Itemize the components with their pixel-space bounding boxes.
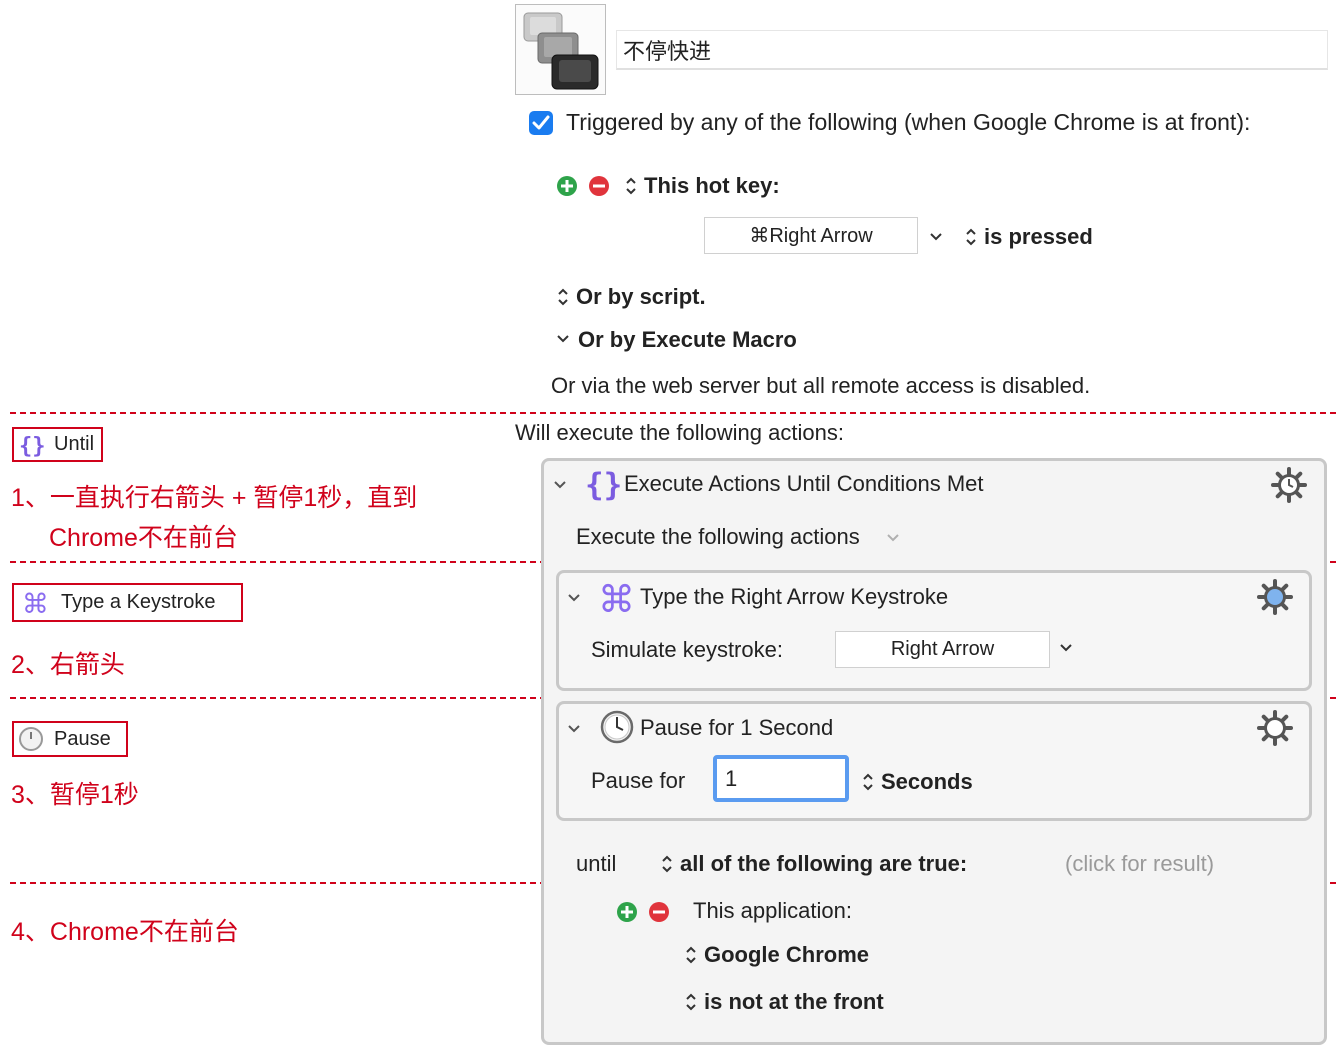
pause-chip: Pause: [12, 721, 128, 757]
stacked-keys-icon: [523, 12, 599, 90]
chevron-down-icon: [1060, 644, 1072, 652]
step2: 2、右箭头: [11, 651, 125, 679]
hotkey-label: This hot key:: [644, 173, 780, 198]
updown-chevron-icon: [662, 855, 672, 873]
checkbox-checked-icon: [529, 111, 553, 135]
keystroke-chip-label: Type a Keystroke: [61, 591, 216, 613]
svg-text:⌘: ⌘: [22, 589, 49, 617]
pause-duration-value: 1: [725, 765, 738, 791]
keystroke-dropdown[interactable]: [1059, 641, 1073, 660]
execute-macro-disclosure[interactable]: Or by Execute Macro: [556, 327, 797, 353]
remove-trigger-button[interactable]: [588, 175, 610, 198]
command-key-icon: ⌘: [598, 578, 635, 621]
step1-line2: Chrome不在前台: [49, 524, 238, 552]
hotkey-field[interactable]: ⌘Right Arrow: [704, 217, 918, 254]
updown-chevron-icon: [863, 773, 873, 791]
hotkey-dropdown[interactable]: [929, 230, 943, 249]
keystroke-field[interactable]: Right Arrow: [835, 631, 1050, 668]
hotkey-type-popup[interactable]: This hot key:: [624, 173, 780, 199]
pause-gear-button[interactable]: [1256, 709, 1294, 747]
svg-text:⌘: ⌘: [598, 579, 635, 617]
until-label: until: [576, 851, 617, 876]
until-chip-label: Until: [54, 433, 95, 455]
app-condition-label: This application:: [693, 898, 852, 923]
app-name: Google Chrome: [704, 942, 870, 967]
updown-chevron-icon: [966, 228, 976, 246]
clock-icon: [19, 727, 43, 751]
macro-icon[interactable]: [515, 4, 606, 95]
step4: 4、Chrome不在前台: [11, 918, 239, 946]
until-gear-button[interactable]: [1270, 466, 1308, 504]
triggered-checkbox[interactable]: [528, 110, 554, 141]
until-chip: {} Until: [12, 427, 103, 462]
braces-icon: {}: [585, 467, 622, 503]
keystroke-chip: ⌘ Type a Keystroke: [12, 583, 243, 622]
app-state: is not at the front: [704, 989, 884, 1014]
add-trigger-button[interactable]: [556, 175, 578, 198]
updown-chevron-icon: [686, 993, 696, 1011]
braces-icon: {}: [19, 434, 44, 458]
until-collapse-button[interactable]: [553, 478, 567, 497]
updown-chevron-icon: [626, 177, 636, 195]
script-label: Or by script.: [576, 284, 706, 309]
pause-collapse-button[interactable]: [567, 722, 581, 741]
chevron-down-icon: [568, 725, 580, 733]
keystroke-value: Right Arrow: [890, 638, 995, 660]
until-braces-icon: {}: [584, 466, 622, 507]
chevron-down-icon: [568, 594, 580, 602]
macro-name-field[interactable]: 不停快进: [616, 30, 1328, 70]
pause-unit: Seconds: [881, 769, 973, 794]
execute-macro-label: Or by Execute Macro: [578, 327, 797, 352]
command-key-icon: ⌘: [22, 589, 49, 617]
pause-unit-popup[interactable]: Seconds: [861, 769, 973, 795]
pause-action-title: Pause for 1 Second: [640, 715, 834, 740]
app-state-popup[interactable]: is not at the front: [684, 989, 884, 1015]
hotkey-state-popup[interactable]: is pressed: [964, 224, 1093, 250]
gear-icon: [1257, 579, 1293, 615]
chevron-down-icon: [554, 481, 566, 489]
step3: 3、暂停1秒: [11, 781, 139, 809]
condition-mode-popup[interactable]: all of the following are true:: [660, 851, 967, 877]
click-for-result[interactable]: (click for result): [1065, 851, 1214, 877]
app-name-popup[interactable]: Google Chrome: [684, 942, 869, 968]
script-trigger-popup[interactable]: Or by script.: [556, 284, 706, 310]
pause-for-label: Pause for: [591, 768, 686, 793]
add-condition-button[interactable]: [616, 901, 638, 924]
add-circle-icon: [557, 176, 577, 196]
web-server-note: Or via the web server but all remote acc…: [551, 373, 1091, 398]
svg-text:{}: {}: [19, 434, 44, 458]
pause-chip-label: Pause: [54, 727, 111, 750]
pause-duration-field[interactable]: 1: [713, 755, 849, 802]
remove-circle-icon: [589, 176, 609, 196]
remove-condition-button[interactable]: [648, 901, 670, 924]
keystroke-action-title: Type the Right Arrow Keystroke: [640, 584, 949, 609]
hotkey-value: ⌘Right Arrow: [749, 225, 873, 247]
pause-clock-icon: [599, 709, 635, 750]
hotkey-state: is pressed: [984, 224, 1093, 249]
triggered-label: Triggered by any of the following (when …: [566, 109, 1251, 135]
condition-mode: all of the following are true:: [680, 851, 968, 876]
keystroke-gear-button[interactable]: [1256, 578, 1294, 616]
step1-line1: 1、一直执行右箭头 + 暂停1秒，直到: [11, 484, 418, 512]
keystroke-collapse-button[interactable]: [567, 591, 581, 610]
chevron-down-icon: [557, 335, 569, 343]
remove-circle-icon: [649, 902, 669, 922]
gear-icon: [1271, 467, 1307, 503]
gear-icon: [1257, 710, 1293, 746]
execute-following-popup[interactable]: Execute the following actions: [576, 524, 900, 550]
updown-chevron-icon: [686, 946, 696, 964]
until-subtitle: Execute the following actions: [576, 524, 860, 549]
macro-name: 不停快进: [623, 38, 712, 64]
actions-header: Will execute the following actions:: [515, 420, 844, 445]
keystroke-command-icon: ⌘: [597, 578, 635, 622]
separator-1: [10, 412, 1336, 414]
until-action-title: Execute Actions Until Conditions Met: [624, 471, 984, 496]
chevron-down-icon: [887, 534, 899, 542]
chevron-down-icon: [930, 233, 942, 241]
updown-chevron-icon: [558, 288, 568, 306]
clock-icon: [600, 710, 634, 744]
add-circle-icon: [617, 902, 637, 922]
svg-text:{}: {}: [585, 467, 620, 502]
simulate-keystroke-label: Simulate keystroke:: [591, 637, 783, 662]
